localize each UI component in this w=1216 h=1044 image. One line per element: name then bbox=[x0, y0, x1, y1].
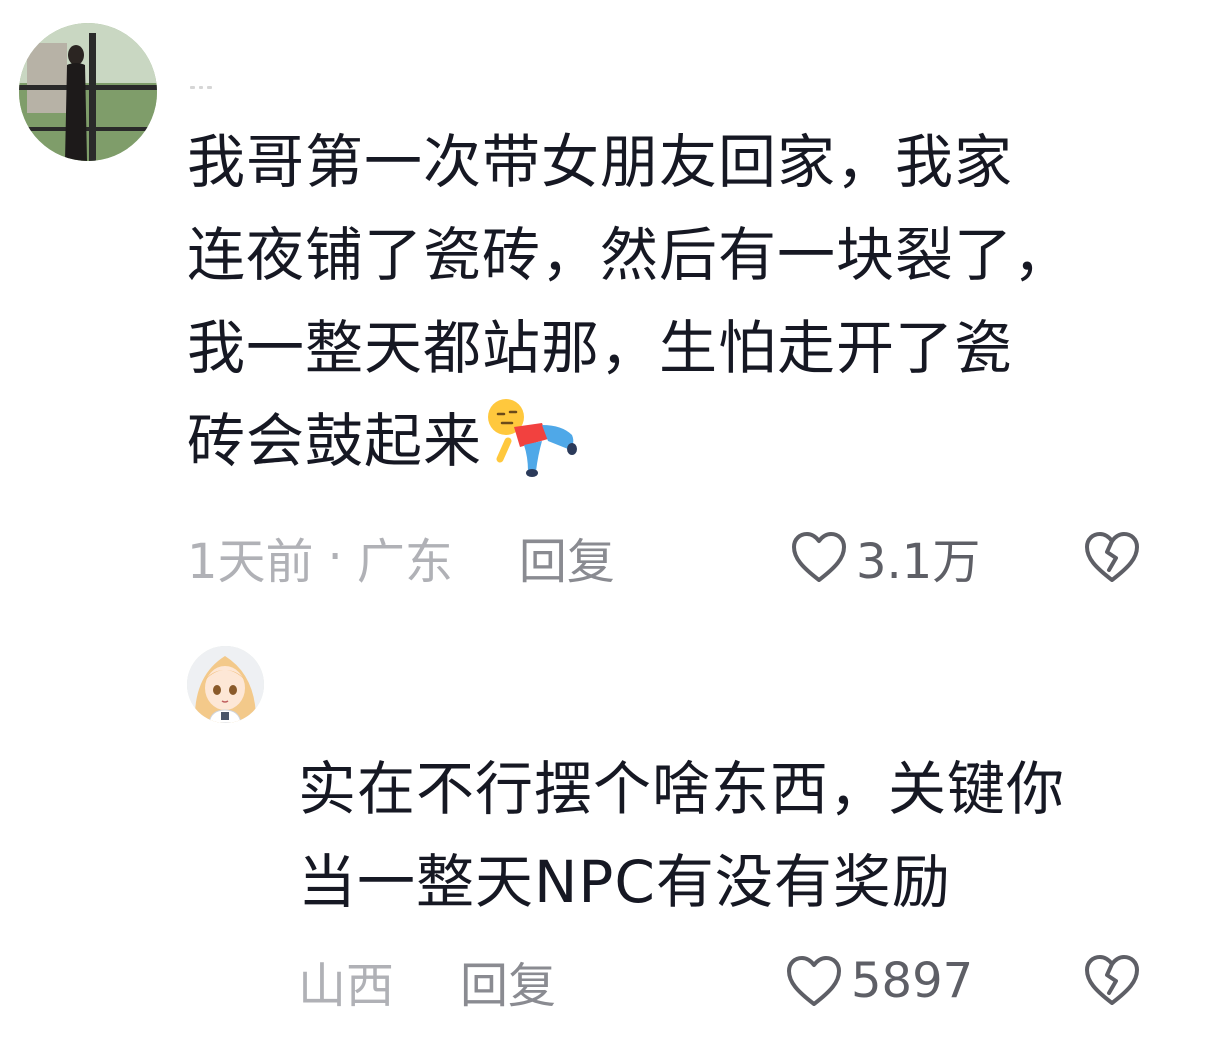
reply-meta: 山西 回复 bbox=[298, 951, 556, 1014]
like-count: 3.1万 bbox=[856, 534, 981, 590]
anime-avatar bbox=[187, 646, 264, 723]
heart-outline-icon bbox=[792, 532, 846, 582]
comment-location: 广东 bbox=[356, 534, 453, 590]
dislike-button[interactable] bbox=[1083, 953, 1141, 1007]
comment-line: 砖会鼓起来 bbox=[187, 407, 483, 475]
comment-line: 实在不行摆个啥东西，关键你 bbox=[298, 755, 1066, 823]
username-placeholder[interactable] bbox=[190, 86, 213, 90]
comment-line-last: 砖会鼓起来 bbox=[187, 395, 1167, 488]
avatar-photo bbox=[19, 23, 157, 161]
reply-text: 实在不行摆个啥东西，关键你 当一整天NPC有没有奖励 bbox=[298, 743, 1178, 929]
comment-line: 当一整天NPC有没有奖励 bbox=[298, 848, 951, 916]
reply-button[interactable]: 回复 bbox=[519, 522, 615, 592]
broken-heart-icon bbox=[1085, 955, 1139, 1005]
comment-location: 山西 bbox=[298, 958, 395, 1014]
meta-separator: · bbox=[327, 529, 343, 585]
comment-time: 1天前 bbox=[187, 534, 314, 590]
commenter-avatar[interactable] bbox=[19, 23, 157, 161]
dislike-button[interactable] bbox=[1083, 530, 1141, 584]
comment-line: 我一整天都站那，生怕走开了瓷 bbox=[187, 314, 1014, 382]
lying-down-person-emoji-icon bbox=[488, 399, 578, 477]
broken-heart-icon bbox=[1085, 532, 1139, 582]
reply-button[interactable]: 回复 bbox=[460, 946, 556, 1016]
comment-meta: 1天前 · 广东 回复 bbox=[187, 527, 615, 590]
heart-outline-icon bbox=[787, 956, 841, 1006]
like-count: 5897 bbox=[851, 953, 974, 1009]
like-button[interactable]: 3.1万 bbox=[790, 527, 980, 590]
reply-commenter-avatar[interactable] bbox=[187, 646, 264, 723]
comment-text: 我哥第一次带女朋友回家，我家 连夜铺了瓷砖，然后有一块裂了， 我一整天都站那，生… bbox=[187, 116, 1167, 488]
like-button[interactable]: 5897 bbox=[785, 951, 973, 1011]
comment-line: 我哥第一次带女朋友回家，我家 bbox=[187, 128, 1014, 196]
comment-line: 连夜铺了瓷砖，然后有一块裂了， bbox=[187, 221, 1073, 289]
